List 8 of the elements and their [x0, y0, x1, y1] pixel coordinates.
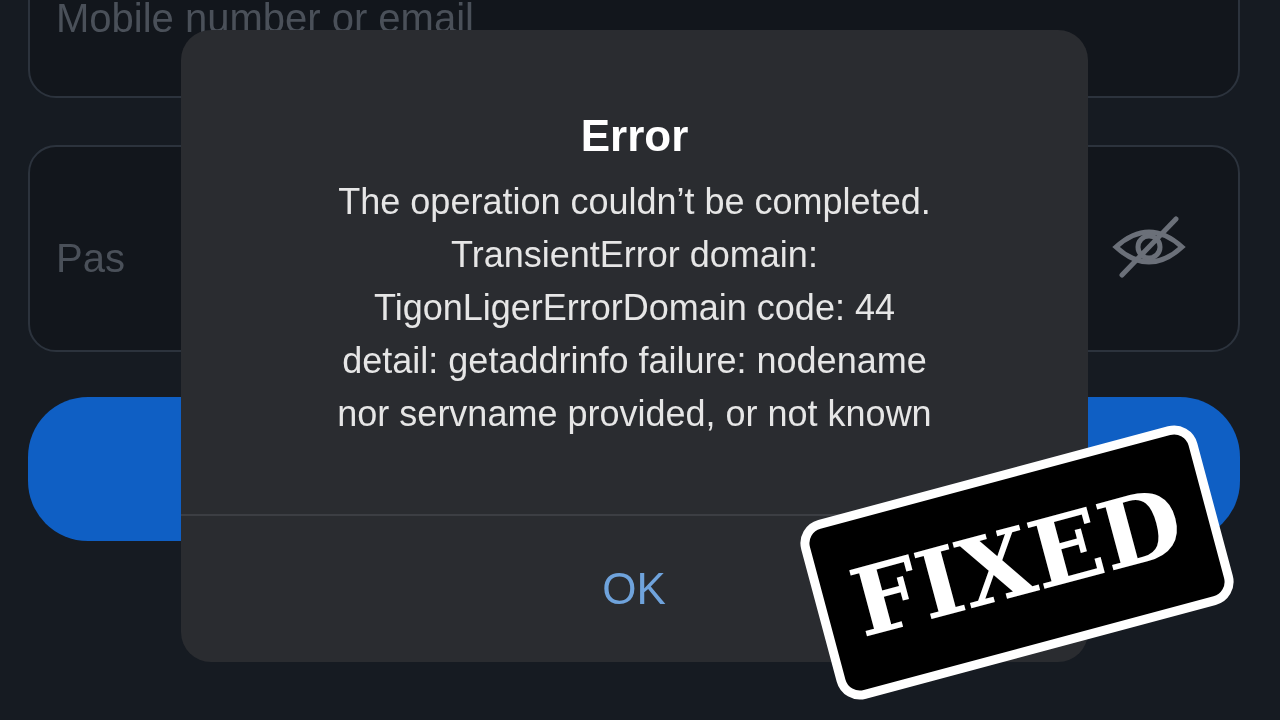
alert-message-line: detail: getaddrinfo failure: nodename: [341, 338, 928, 383]
alert-message-line: TransientError domain:: [450, 232, 819, 277]
alert-message-line: The operation couldn’t be completed.: [337, 179, 932, 224]
alert-title: Error: [580, 110, 689, 162]
alert-message-line: TigonLigerErrorDomain code: 44: [373, 285, 896, 330]
password-placeholder: Pas: [56, 235, 125, 282]
ok-button[interactable]: OK: [554, 516, 714, 662]
eye-slash-icon[interactable]: [1112, 215, 1186, 279]
